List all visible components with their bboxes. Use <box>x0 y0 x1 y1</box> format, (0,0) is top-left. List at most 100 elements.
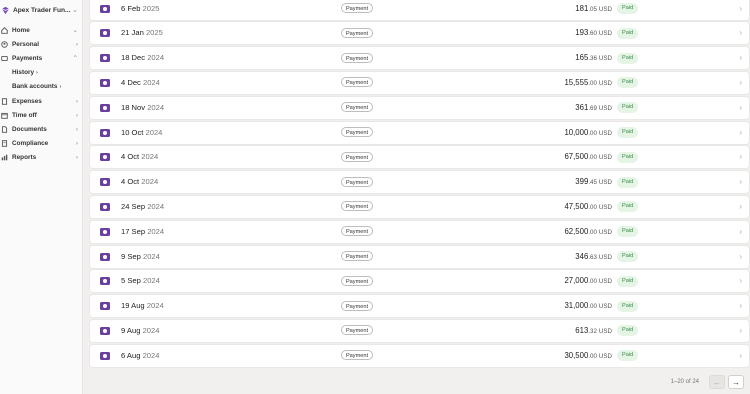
payment-date: 9 Aug 2024 <box>121 320 159 342</box>
sidebar-item-label: Compliance <box>12 140 49 148</box>
payment-row[interactable]: 24 Sep 2024 Payment 47,500.00 USD Paid › <box>90 195 749 218</box>
payment-day: 9 Aug <box>121 325 141 335</box>
payment-day: 6 Aug <box>121 350 141 360</box>
pagination-range: 1–20 of 24 <box>670 379 699 385</box>
payment-year: 2024 <box>146 301 164 311</box>
payment-year: 2024 <box>142 325 160 335</box>
payment-type-badge: Payment <box>341 127 373 137</box>
payment-row[interactable]: 9 Aug 2024 Payment 613.32 USD Paid › <box>90 319 749 342</box>
sidebar-item-compliance[interactable]: Compliance › <box>0 137 82 151</box>
payment-amount: 67,500.00 USD <box>564 146 612 169</box>
sidebar-item-time-off[interactable]: Time off › <box>0 108 82 122</box>
payment-date: 10 Oct 2024 <box>121 122 162 144</box>
payment-date: 21 Jan 2025 <box>121 22 163 44</box>
amount-cents: .45 <box>588 179 597 187</box>
payment-icon <box>100 54 110 63</box>
previous-page-button[interactable]: ← <box>709 375 725 389</box>
sidebar-nav: Home ⌄ Personal › Payments ⌃ History › B… <box>0 23 82 165</box>
payment-row[interactable]: 19 Aug 2024 Payment 31,000.00 USD Paid › <box>90 295 749 318</box>
sidebar-subitem-history[interactable]: History › <box>0 66 82 80</box>
payment-row[interactable]: 5 Sep 2024 Payment 27,000.00 USD Paid › <box>90 270 749 293</box>
sidebar-item-label: Personal <box>12 40 39 48</box>
amount-cents: .69 <box>588 104 597 112</box>
chevron-right-icon: › <box>739 77 742 87</box>
payments-icon <box>1 55 8 62</box>
payment-type-badge: Payment <box>341 300 373 311</box>
payment-row[interactable]: 18 Dec 2024 Payment 165.36 USD Paid › <box>90 47 749 70</box>
sidebar-item-documents[interactable]: Documents › <box>0 122 82 136</box>
payment-row[interactable]: 4 Oct 2024 Payment 399.45 USD Paid › <box>90 171 749 194</box>
amount-currency: USD <box>598 179 612 187</box>
payment-type-badge: Payment <box>341 201 373 212</box>
sidebar-item-label: Time off <box>12 111 37 119</box>
payment-amount: 31,000.00 USD <box>564 295 612 318</box>
payment-year: 2024 <box>142 276 160 286</box>
payment-amount: 361.69 USD <box>575 97 612 120</box>
sidebar-subitem-label: History <box>12 69 35 77</box>
payment-day: 5 Sep <box>121 276 141 286</box>
payment-date: 4 Oct 2024 <box>121 171 158 193</box>
payment-row[interactable]: 17 Sep 2024 Payment 62,500.00 USD Paid › <box>90 220 749 244</box>
payment-day: 24 Sep <box>121 201 146 211</box>
payment-year: 2024 <box>147 226 165 236</box>
payment-day: 19 Aug <box>121 301 145 311</box>
chevron-right-icon: › <box>739 325 742 335</box>
sidebar-item-payments[interactable]: Payments ⌃ <box>0 51 82 65</box>
sidebar-item-reports[interactable]: Reports › <box>0 151 82 165</box>
expenses-icon <box>1 97 8 105</box>
payment-row[interactable]: 21 Jan 2025 Payment 193.60 USD Paid › <box>90 22 749 45</box>
payment-row[interactable]: 10 Oct 2024 Payment 10,000.00 USD Paid › <box>90 121 749 144</box>
payment-type-badge: Payment <box>341 52 373 63</box>
payment-amount: 193.60 USD <box>575 22 612 45</box>
payment-type-badge: Payment <box>341 151 373 162</box>
payment-type-badge: Payment <box>341 226 373 237</box>
sidebar-item-expenses[interactable]: Expenses › <box>0 94 82 108</box>
amount-currency: USD <box>598 303 612 311</box>
payment-icon <box>100 153 110 162</box>
amount-whole: 399 <box>575 177 589 187</box>
chevron-right-icon: › <box>739 53 742 63</box>
chevron-right-icon: › <box>739 350 742 360</box>
payment-year: 2025 <box>142 3 160 13</box>
amount-currency: USD <box>598 352 612 360</box>
payment-row[interactable]: 18 Nov 2024 Payment 361.69 USD Paid › <box>90 96 749 120</box>
sidebar-item-label: Payments <box>12 54 43 62</box>
amount-cents: .00 <box>588 352 597 360</box>
payment-day: 4 Oct <box>121 177 140 187</box>
sidebar: Apex Trader Fun... ⌄ Home ⌄ Personal › P… <box>0 0 83 394</box>
arrow-right-icon: → <box>732 377 740 387</box>
payment-date: 17 Sep 2024 <box>121 221 164 243</box>
payment-icon <box>100 277 110 286</box>
workspace-switcher[interactable]: Apex Trader Fun... ⌄ <box>0 1 82 19</box>
payment-amount: 27,000.00 USD <box>564 270 612 293</box>
sidebar-item-home[interactable]: Home ⌄ <box>0 23 82 37</box>
amount-cents: .00 <box>588 303 597 311</box>
payment-amount: 62,500.00 USD <box>564 221 612 244</box>
amount-whole: 361 <box>575 102 589 112</box>
status-badge: Paid <box>617 77 639 89</box>
payment-row[interactable]: 6 Feb 2025 Payment 181.05 USD Paid › <box>90 0 749 20</box>
sidebar-subitem-bank-accounts[interactable]: Bank accounts › <box>0 80 82 94</box>
payment-type-badge: Payment <box>341 325 373 336</box>
amount-whole: 613 <box>575 325 589 335</box>
payment-year: 2024 <box>145 127 163 137</box>
payment-type-badge: Payment <box>341 350 373 361</box>
payment-day: 10 Oct <box>121 127 144 137</box>
amount-whole: 346 <box>575 251 589 261</box>
amount-currency: USD <box>598 104 612 112</box>
amount-whole: 47,500 <box>564 201 589 211</box>
sidebar-item-personal[interactable]: Personal › <box>0 37 82 51</box>
amount-whole: 193 <box>575 28 589 38</box>
document-icon <box>1 126 8 133</box>
payment-row[interactable]: 6 Aug 2024 Payment 30,500.00 USD Paid › <box>90 344 749 367</box>
payment-row[interactable]: 9 Sep 2024 Payment 346.63 USD Paid › <box>90 245 749 268</box>
payment-row[interactable]: 4 Dec 2024 Payment 15,555.00 USD Paid › <box>90 71 749 94</box>
payment-row[interactable]: 4 Oct 2024 Payment 67,500.00 USD Paid › <box>90 146 749 169</box>
amount-currency: USD <box>598 327 612 335</box>
next-page-button[interactable]: → <box>728 375 744 389</box>
payment-year: 2025 <box>145 28 163 38</box>
amount-cents: .00 <box>588 228 597 236</box>
payment-date: 4 Dec 2024 <box>121 72 160 94</box>
payment-year: 2024 <box>141 152 159 162</box>
chevron-right-icon: › <box>739 3 742 13</box>
